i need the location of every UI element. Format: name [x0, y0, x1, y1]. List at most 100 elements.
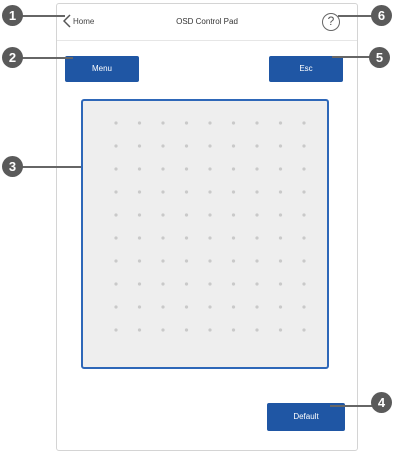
pad-dot: [231, 236, 236, 240]
pad-dot: [114, 213, 118, 217]
pad-dot: [208, 259, 212, 263]
pad-dot: [278, 213, 283, 217]
top-bar: Home OSD Control Pad ?: [57, 4, 357, 41]
pad-dot: [114, 167, 118, 171]
callout-1: 1: [2, 5, 23, 26]
pad-dot: [255, 144, 259, 148]
pad-dot: [114, 121, 118, 125]
callout-4: 4: [371, 392, 392, 413]
pad-dot: [161, 236, 165, 240]
pad-dot: [137, 190, 142, 194]
callout-leader: [18, 166, 81, 168]
pad-dot: [114, 282, 118, 286]
pad-dot: [278, 305, 283, 309]
callout-2: 2: [2, 47, 23, 68]
pad-dot: [184, 213, 189, 217]
pad-dot: [161, 144, 165, 148]
pad-dot: [255, 213, 259, 217]
pad-dot: [302, 190, 306, 194]
pad-dot: [114, 190, 118, 194]
pad-dot: [114, 259, 118, 263]
pad-dot: [114, 305, 118, 309]
page-title: OSD Control Pad: [176, 17, 238, 26]
pad-dot: [161, 167, 165, 171]
pad-dot: [137, 121, 142, 125]
pad-dot: [137, 144, 142, 148]
pad-dot: [208, 167, 212, 171]
menu-button[interactable]: Menu: [65, 56, 139, 82]
pad-dot: [184, 282, 189, 286]
pad-dot: [161, 259, 165, 263]
pad-dot: [302, 121, 306, 125]
touch-pad[interactable]: [81, 99, 329, 369]
pad-dot: [302, 305, 306, 309]
callout-leader: [17, 57, 73, 59]
callout-5: 5: [369, 47, 390, 68]
pad-dot: [208, 121, 212, 125]
pad-dot: [137, 328, 142, 332]
pad-dot: [208, 236, 212, 240]
pad-dot: [184, 167, 189, 171]
pad-dot: [231, 328, 236, 332]
pad-dot: [278, 282, 283, 286]
pad-dot: [161, 305, 165, 309]
pad-dot: [231, 144, 236, 148]
pad-dot: [302, 259, 306, 263]
pad-dot: [208, 144, 212, 148]
pad-dot: [184, 305, 189, 309]
pad-dot: [255, 167, 259, 171]
pad-dot: [302, 144, 306, 148]
pad-dot: [302, 282, 306, 286]
pad-dot: [137, 282, 142, 286]
pad-dot: [184, 259, 189, 263]
pad-dot: [278, 190, 283, 194]
pad-dot: [137, 213, 142, 217]
pad-dot: [208, 190, 212, 194]
pad-dot: [161, 213, 165, 217]
pad-dot: [255, 305, 259, 309]
pad-dot: [231, 213, 236, 217]
pad-dot: [302, 328, 306, 332]
pad-dot: [231, 190, 236, 194]
pad-dot: [255, 328, 259, 332]
pad-dot: [231, 282, 236, 286]
pad-dot: [278, 328, 283, 332]
pad-dot: [114, 236, 118, 240]
pad-dot: [302, 236, 306, 240]
pad-dot: [278, 167, 283, 171]
pad-dot: [137, 167, 142, 171]
pad-dot: [184, 121, 189, 125]
pad-dot: [208, 213, 212, 217]
pad-dot: [161, 282, 165, 286]
callout-6: 6: [371, 5, 392, 26]
pad-dot: [137, 236, 142, 240]
pad-dot: [184, 190, 189, 194]
pad-dot: [208, 282, 212, 286]
pad-dot: [278, 121, 283, 125]
pad-dot: [137, 305, 142, 309]
callout-leader: [17, 15, 65, 17]
pad-dot: [302, 213, 306, 217]
pad-dot: [255, 282, 259, 286]
pad-dot: [137, 259, 142, 263]
pad-dot: [255, 121, 259, 125]
pad-dot: [114, 144, 118, 148]
pad-dot: [231, 121, 236, 125]
dot-grid: [114, 121, 306, 332]
pad-dot: [255, 190, 259, 194]
pad-dot: [278, 144, 283, 148]
pad-dot: [114, 328, 118, 332]
pad-dot: [208, 328, 212, 332]
pad-dot: [161, 121, 165, 125]
pad-dot: [278, 259, 283, 263]
callout-3: 3: [2, 156, 23, 177]
pad-dot: [255, 236, 259, 240]
pad-dot: [231, 305, 236, 309]
pad-dot: [208, 305, 212, 309]
pad-dot: [231, 167, 236, 171]
esc-button[interactable]: Esc: [269, 56, 343, 82]
pad-dot: [184, 236, 189, 240]
pad-dot: [161, 190, 165, 194]
pad-dot: [161, 328, 165, 332]
default-button[interactable]: Default: [267, 403, 345, 431]
